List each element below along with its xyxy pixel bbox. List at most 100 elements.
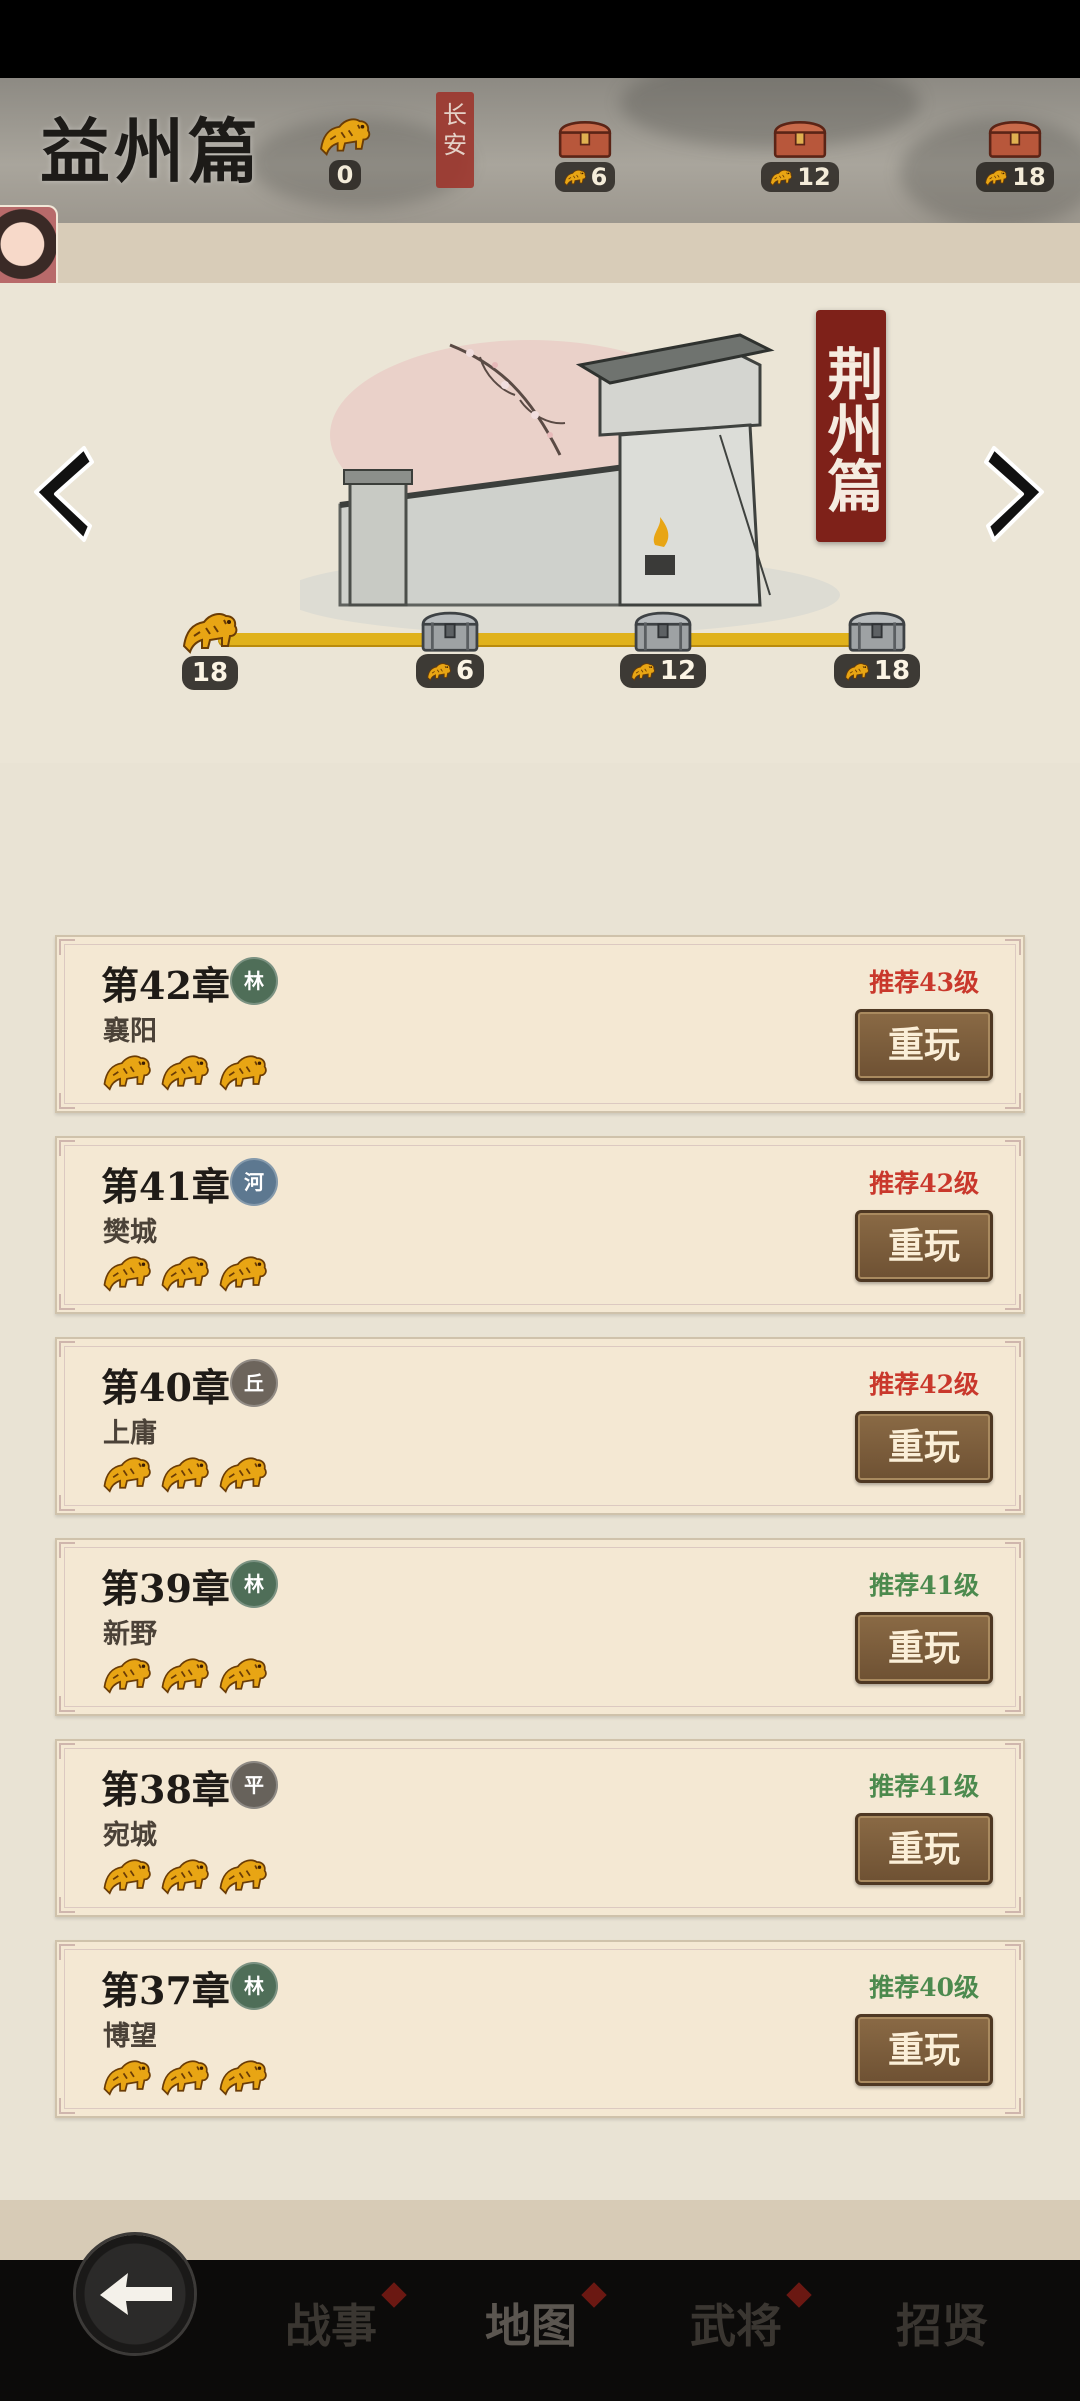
tiger-star-icon xyxy=(101,1652,153,1696)
banner-milestone-1[interactable]: 6 xyxy=(405,602,495,688)
star-rating xyxy=(101,1250,269,1294)
corner-ornament xyxy=(59,1897,75,1913)
recommended-level: 推荐42级 xyxy=(869,1370,979,1399)
corner-ornament xyxy=(1005,1944,1021,1960)
location-seal: 长安 xyxy=(436,92,474,188)
back-button[interactable] xyxy=(76,2235,194,2353)
tab-recruit[interactable]: 招贤 xyxy=(896,2290,988,2356)
star-rating xyxy=(101,1451,269,1495)
tab-battle[interactable]: 战事 xyxy=(285,2282,407,2356)
tab-generals[interactable]: 武将 xyxy=(690,2282,812,2356)
recommended-level: 推荐41级 xyxy=(869,1772,979,1801)
chapter-title: 第41章 xyxy=(101,1164,230,1209)
chapter-card[interactable]: 第40章丘上庸 推荐42级 重玩 xyxy=(55,1337,1025,1515)
chapter-title: 第42章 xyxy=(101,963,230,1008)
tiger-star-icon xyxy=(426,660,452,682)
chapter-card[interactable]: 第38章平宛城 推荐41级 重玩 xyxy=(55,1739,1025,1917)
tiger-star-icon xyxy=(101,1049,153,1093)
tiger-star-icon xyxy=(159,1451,211,1495)
corner-ornament xyxy=(59,1743,75,1759)
replay-button[interactable]: 重玩 xyxy=(855,1210,993,1282)
current-stars: 0 xyxy=(305,112,385,190)
tiger-star-icon xyxy=(101,1853,153,1897)
corner-ornament xyxy=(59,1140,75,1156)
tiger-star-icon xyxy=(159,2054,211,2098)
header-milestone-2[interactable]: 12 xyxy=(760,112,840,192)
replay-button[interactable]: 重玩 xyxy=(855,1813,993,1885)
terrain-badge: 河 xyxy=(230,1158,278,1206)
tab-label: 招贤 xyxy=(896,2299,988,2353)
tiger-star-icon xyxy=(217,1049,269,1093)
tiger-star-icon xyxy=(180,606,240,656)
chapter-card[interactable]: 第41章河樊城 推荐42级 重玩 xyxy=(55,1136,1025,1314)
tiger-star-icon xyxy=(217,2054,269,2098)
tiger-star-icon xyxy=(217,1451,269,1495)
star-rating xyxy=(101,1049,269,1093)
corner-ornament xyxy=(59,1341,75,1357)
tab-label: 地图 xyxy=(485,2299,577,2353)
chapter-card[interactable]: 第37章林博望 推荐40级 重玩 xyxy=(55,1940,1025,2118)
chest-icon xyxy=(630,602,696,654)
tiger-star-icon xyxy=(101,2054,153,2098)
recommended-level: 推荐43级 xyxy=(869,968,979,997)
corner-ornament xyxy=(59,1495,75,1511)
stars-collected-count: 18 xyxy=(181,656,239,690)
terrain-badge: 林 xyxy=(230,1962,278,2010)
tab-label: 战事 xyxy=(285,2299,377,2353)
chapter-title: 第40章 xyxy=(101,1365,230,1410)
corner-ornament xyxy=(59,1093,75,1109)
tiger-star-icon xyxy=(844,660,870,682)
terrain-badge: 林 xyxy=(230,957,278,1005)
replay-button[interactable]: 重玩 xyxy=(855,1612,993,1684)
previous-region-arrow[interactable] xyxy=(22,440,102,550)
tiger-star-icon xyxy=(217,1853,269,1897)
corner-ornament xyxy=(1005,939,1021,955)
tiger-star-icon xyxy=(630,660,656,682)
chapter-place: 襄阳 xyxy=(103,1016,157,1047)
corner-ornament xyxy=(59,2098,75,2114)
status-bar xyxy=(0,0,1080,78)
tiger-star-icon xyxy=(159,1049,211,1093)
header-band xyxy=(0,223,1080,283)
next-region-arrow[interactable] xyxy=(976,440,1056,550)
chapter-place: 博望 xyxy=(103,2021,157,2052)
replay-button[interactable]: 重玩 xyxy=(855,1009,993,1081)
chapter-title: 第38章 xyxy=(101,1767,230,1812)
star-rating xyxy=(101,2054,269,2098)
star-progress-bar xyxy=(218,633,878,647)
header-milestone-3[interactable]: 18 xyxy=(975,112,1055,192)
milestone-count: 18 xyxy=(1012,163,1046,191)
banner-milestone-3[interactable]: 18 xyxy=(832,602,922,688)
corner-ornament xyxy=(59,939,75,955)
corner-ornament xyxy=(59,1944,75,1960)
tab-label: 武将 xyxy=(690,2299,782,2353)
corner-ornament xyxy=(1005,1294,1021,1310)
tab-map[interactable]: 地图 xyxy=(485,2282,607,2356)
milestone-count: 12 xyxy=(659,656,697,686)
milestone-count: 12 xyxy=(797,163,831,191)
chapter-title-seal: 荆州篇 xyxy=(816,310,886,542)
chest-icon xyxy=(985,112,1045,160)
star-rating xyxy=(101,1652,269,1696)
terrain-badge: 平 xyxy=(230,1761,278,1809)
chapter-card[interactable]: 第39章林新野 推荐41级 重玩 xyxy=(55,1538,1025,1716)
banner-milestone-2[interactable]: 12 xyxy=(618,602,708,688)
replay-button[interactable]: 重玩 xyxy=(855,2014,993,2086)
terrain-badge: 林 xyxy=(230,1560,278,1608)
corner-ornament xyxy=(1005,1341,1021,1357)
header-milestone-1[interactable]: 6 xyxy=(545,112,625,192)
corner-ornament xyxy=(1005,1093,1021,1109)
tiger-star-icon xyxy=(217,1652,269,1696)
current-stars-count: 0 xyxy=(328,160,362,190)
chapter-card[interactable]: 第42章林襄阳 推荐43级重玩 xyxy=(55,935,1025,1113)
chest-icon xyxy=(844,602,910,654)
corner-ornament xyxy=(1005,1897,1021,1913)
corner-ornament xyxy=(59,1294,75,1310)
star-rating xyxy=(101,1853,269,1897)
recommended-level: 推荐41级 xyxy=(869,1571,979,1600)
recommended-level: 推荐42级 xyxy=(869,1169,979,1198)
replay-button[interactable]: 重玩 xyxy=(855,1411,993,1483)
back-arrow-icon xyxy=(100,2273,172,2315)
corner-ornament xyxy=(1005,1743,1021,1759)
chest-icon xyxy=(555,112,615,160)
